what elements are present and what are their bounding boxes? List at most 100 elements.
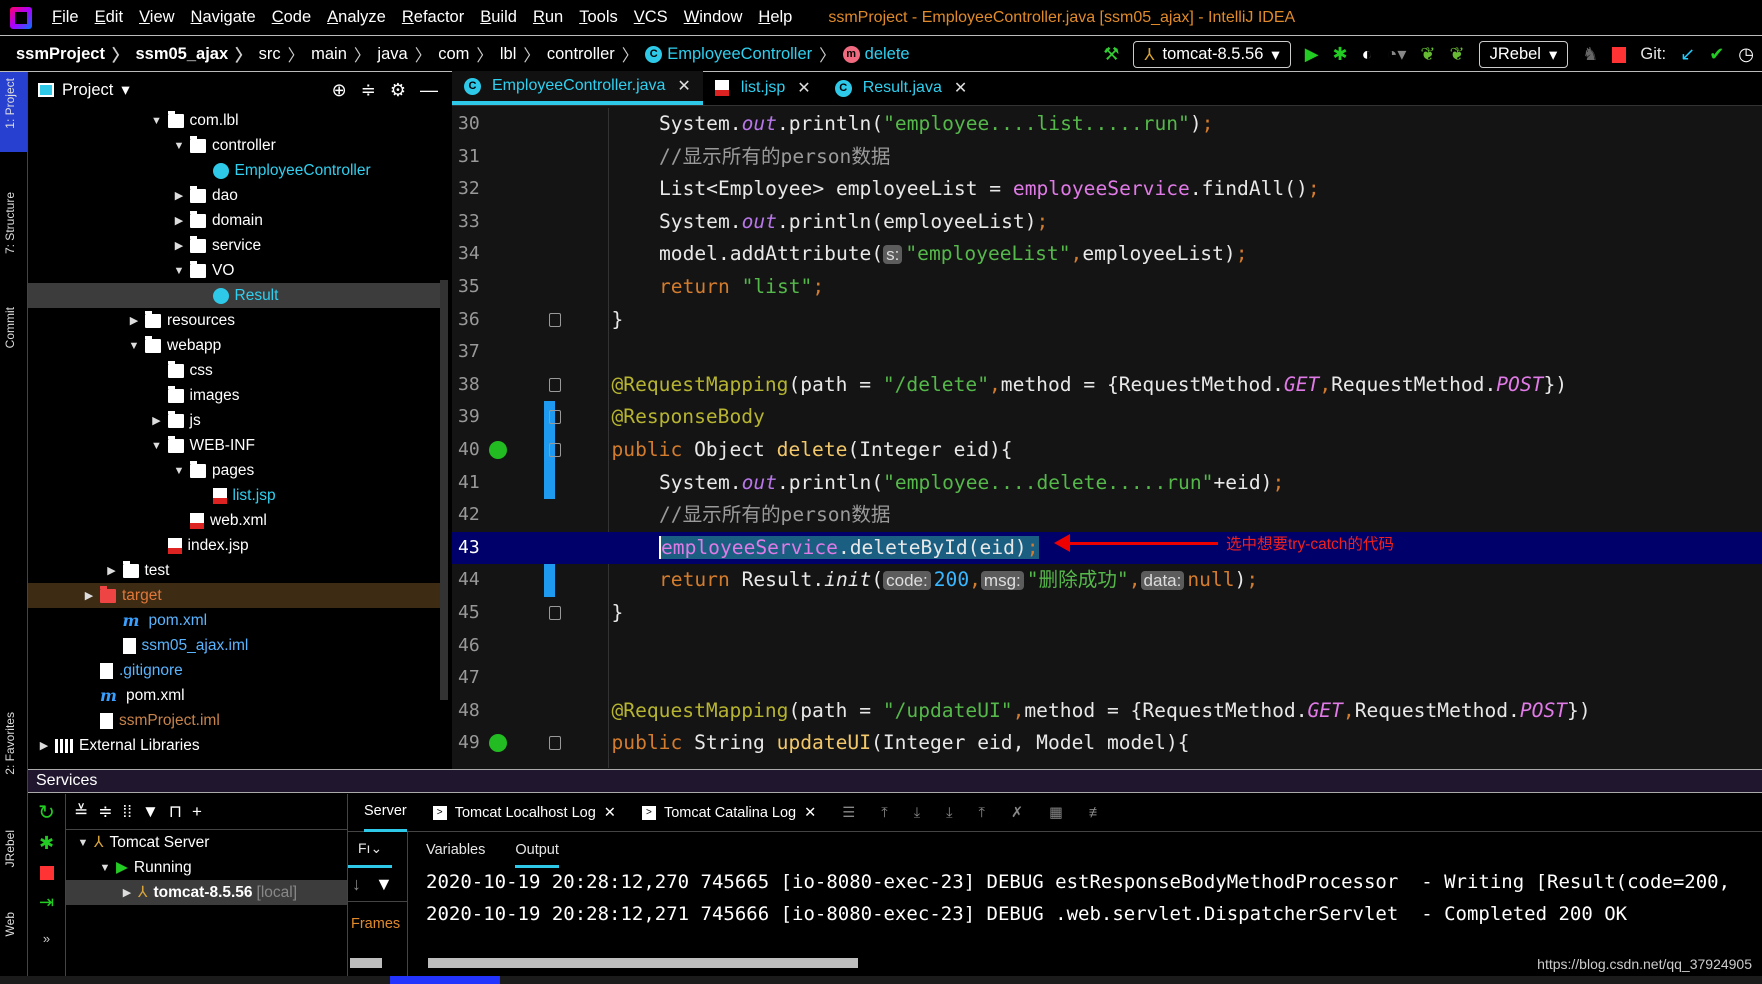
tree-item[interactable]: ▶ js xyxy=(28,408,448,433)
gutter-run-icon[interactable] xyxy=(489,441,507,459)
menu-icon[interactable]: ☰ xyxy=(842,805,855,821)
tree-item[interactable]: Result xyxy=(28,283,448,308)
hide-icon[interactable]: — xyxy=(420,80,438,101)
code-line[interactable]: 39 @ResponseBody xyxy=(452,401,1762,433)
code-line[interactable]: 47 xyxy=(452,662,1762,694)
settings-icon[interactable]: ≢ xyxy=(1089,805,1104,821)
subtab-output[interactable]: Output xyxy=(515,832,559,868)
tree-item[interactable]: ▼ controller xyxy=(28,133,448,158)
web-tool-tab[interactable]: Web xyxy=(3,912,17,936)
code-line[interactable]: 44 return Result.init(code: 200, msg: "删除成功"… xyxy=(452,564,1762,596)
collapsed-arrow-icon[interactable]: ▶ xyxy=(101,564,123,577)
code-line[interactable]: 36} xyxy=(452,304,1762,336)
debug-icon[interactable]: ✱ xyxy=(28,833,65,854)
commit-tool-tab[interactable]: Commit xyxy=(3,307,17,348)
git-commit-icon[interactable]: ✔ xyxy=(1709,44,1724,65)
table-icon[interactable]: ▦ xyxy=(1049,805,1063,821)
expand-all-icon[interactable]: ≚ xyxy=(74,802,88,822)
code-line[interactable]: 49 public String updateUI(Integer eid, Mo… xyxy=(452,727,1762,759)
tree-item[interactable]: ▼ pages xyxy=(28,458,448,483)
project-view-select[interactable]: Project xyxy=(62,81,113,100)
run-icon[interactable]: ▶ xyxy=(1305,44,1319,65)
frames-scrollbar[interactable] xyxy=(350,958,382,968)
breadcrumb-item[interactable]: C EmployeeController 〉 xyxy=(645,42,842,66)
console-output[interactable]: 2020-10-19 20:28:12,270 745665 [io-8080-… xyxy=(426,866,1730,930)
breadcrumb-item[interactable]: controller 〉 xyxy=(547,42,645,66)
breadcrumb-item[interactable]: java 〉 xyxy=(377,42,438,66)
tree-item[interactable]: EmployeeController xyxy=(28,158,448,183)
code-line[interactable]: 33 System.out.println(employeeList); xyxy=(452,206,1762,238)
subtab-variables[interactable]: Variables xyxy=(426,842,485,858)
favorites-tool-tab[interactable]: 2: Favorites xyxy=(3,712,17,775)
tree-item[interactable]: ▼ com.lbl xyxy=(28,108,448,133)
structure-tool-tab[interactable]: 7: Structure xyxy=(3,192,17,254)
collapse-all-icon[interactable]: ≑ xyxy=(361,80,376,101)
stop-icon[interactable] xyxy=(39,866,54,880)
collapsed-arrow-icon[interactable]: ▶ xyxy=(116,886,138,899)
expanded-arrow-icon[interactable]: ▼ xyxy=(123,340,145,352)
breadcrumb-item[interactable]: lbl 〉 xyxy=(500,42,547,66)
menu-help[interactable]: Help xyxy=(758,8,792,27)
collapsed-arrow-icon[interactable]: ▶ xyxy=(123,314,145,327)
jrebel-select[interactable]: JRebel ▾ xyxy=(1478,41,1569,68)
close-icon[interactable]: ✕ xyxy=(954,78,967,98)
tree-item[interactable]: ssm05_ajax.iml xyxy=(28,633,448,658)
stop-icon[interactable] xyxy=(1612,46,1627,63)
tree-item[interactable]: ▶ resources xyxy=(28,308,448,333)
scroll-up-icon[interactable]: ⤒ xyxy=(881,805,887,821)
tree-item[interactable]: ▼ VO xyxy=(28,258,448,283)
tree-item[interactable]: ▶ domain xyxy=(28,208,448,233)
code-line[interactable]: 34 model.addAttribute(s: "employeeList",em… xyxy=(452,238,1762,270)
code-line[interactable]: 37 xyxy=(452,336,1762,368)
jrebel-debug-icon[interactable]: ❦ xyxy=(1450,44,1465,65)
code-line[interactable]: 42 //显示所有的person数据 xyxy=(452,499,1762,531)
editor-tab[interactable]: C EmployeeController.java ✕ xyxy=(452,71,703,105)
collapsed-arrow-icon[interactable]: ▶ xyxy=(33,739,55,752)
deploy-icon[interactable]: ⇥ xyxy=(28,892,65,913)
service-item[interactable]: ▼ ▶ Running xyxy=(66,855,347,880)
fold-icon[interactable] xyxy=(549,736,561,751)
gear-icon[interactable]: ⚙ xyxy=(390,80,406,101)
code-line[interactable]: 32 List<Employee> employeeList = employee… xyxy=(452,173,1762,205)
tree-item[interactable]: ▶ test xyxy=(28,558,448,583)
tree-item[interactable]: images xyxy=(28,383,448,408)
project-tool-tab[interactable]: 1: Project xyxy=(3,78,17,129)
run-config-select[interactable]: ⅄ tomcat-8.5.56 ▾ xyxy=(1133,41,1291,68)
tree-item[interactable]: ▶ External Libraries xyxy=(28,733,448,758)
change-marker[interactable] xyxy=(544,466,555,500)
breadcrumb-item[interactable]: ssm05_ajax 〉 xyxy=(135,42,258,66)
menu-analyze[interactable]: Analyze xyxy=(327,8,386,27)
refresh-icon[interactable]: ↻ xyxy=(28,800,65,825)
console-scrollbar[interactable] xyxy=(428,958,858,968)
close-icon[interactable]: ✕ xyxy=(604,805,616,821)
service-item[interactable]: ▼ ⅄ Tomcat Server xyxy=(66,830,347,855)
code-line[interactable]: 46 xyxy=(452,630,1762,662)
expanded-arrow-icon[interactable]: ▼ xyxy=(168,140,190,152)
tree-item[interactable]: .gitignore xyxy=(28,658,448,683)
menu-refactor[interactable]: Refactor xyxy=(402,8,464,27)
services-tab[interactable]: Server xyxy=(364,794,407,832)
close-icon[interactable]: ✕ xyxy=(804,805,816,821)
tree-item[interactable]: ▶ service xyxy=(28,233,448,258)
breadcrumb-item[interactable]: com 〉 xyxy=(438,42,500,66)
services-tab[interactable]: > Tomcat Localhost Log ✕ xyxy=(432,794,616,832)
breadcrumb-item[interactable]: ssmProject 〉 xyxy=(16,42,135,66)
collapsed-arrow-icon[interactable]: ▶ xyxy=(168,239,190,252)
code-line[interactable]: 30 System.out.println("employee....list..… xyxy=(452,108,1762,140)
jrebel-tool-tab[interactable]: JRebel xyxy=(3,830,17,867)
code-line[interactable]: 41 System.out.println("employee....delete… xyxy=(452,467,1762,499)
tree-item[interactable]: css xyxy=(28,358,448,383)
jrebel-run-icon[interactable]: ❦ xyxy=(1420,44,1435,65)
arrow-down-icon[interactable]: ↓ xyxy=(352,874,361,895)
expanded-arrow-icon[interactable]: ▼ xyxy=(72,837,94,849)
close-icon[interactable]: ✕ xyxy=(677,76,690,96)
more-icon[interactable]: » xyxy=(28,931,65,946)
code-line[interactable]: 45} xyxy=(452,597,1762,629)
collapsed-arrow-icon[interactable]: ▶ xyxy=(168,189,190,202)
menu-code[interactable]: Code xyxy=(272,8,311,27)
tree-item[interactable]: m pom.xml xyxy=(28,608,448,633)
tree-item[interactable]: ssmProject.iml xyxy=(28,708,448,733)
tree-item[interactable]: ▼ webapp xyxy=(28,333,448,358)
import-icon[interactable]: ⤓ xyxy=(946,805,952,821)
code-line[interactable]: 35 return "list"; xyxy=(452,271,1762,303)
